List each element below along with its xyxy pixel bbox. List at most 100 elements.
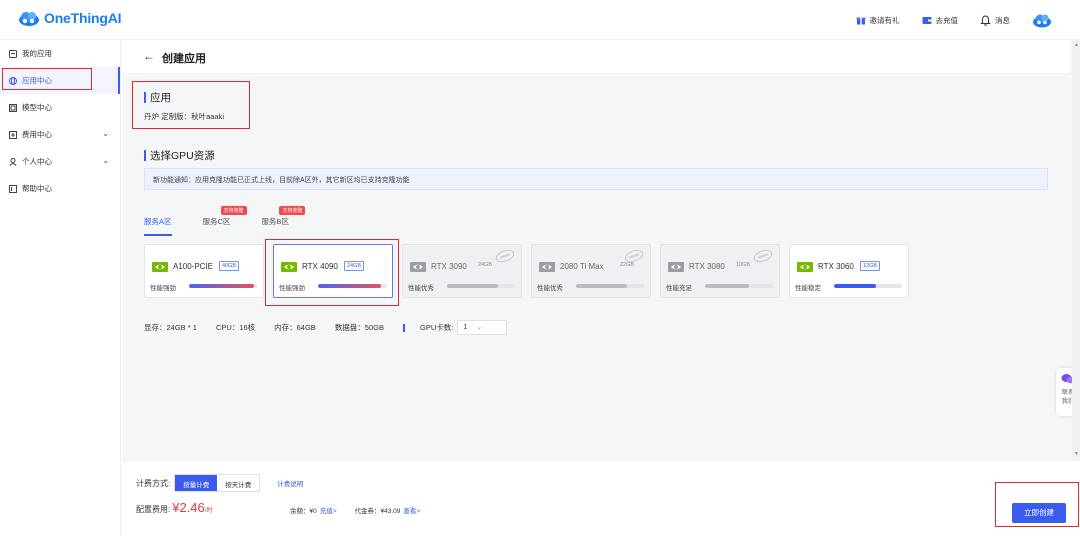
pay-as-you-go-button[interactable]: 按量计费: [175, 475, 218, 491]
footer-bar: 计费方式: 按量计费 按天计费 计费说明 配置费用: ¥2.46 /时 余额：¥…: [122, 460, 1080, 536]
sidebar-item-label: 个人中心: [22, 157, 52, 166]
chevron-down-icon: ⌄: [476, 324, 483, 331]
gpu-count-label: GPU卡数:: [420, 323, 454, 332]
chevron-down-icon: ⌄: [102, 156, 109, 165]
perf-bar: [189, 284, 257, 288]
avatar[interactable]: [1032, 12, 1052, 28]
sold-out-stamp-icon: [753, 249, 773, 263]
balance-info: 余额：¥0 充值> 代金券：¥43.09 查看>: [290, 505, 420, 515]
gpu-name: 2080 Ti Max: [560, 262, 604, 271]
sidebar-item-help-center[interactable]: 帮助中心: [0, 175, 120, 202]
gpu-name: RTX 3080: [689, 262, 725, 271]
gpu-memory-badge: 24GB: [478, 262, 493, 268]
gpu-card[interactable]: RTX 3090 24GB 性能优秀: [402, 244, 522, 298]
billing-mode: 计费方式: 按量计费 按天计费 计费说明: [136, 474, 303, 492]
highlight-box: [995, 482, 1079, 527]
bell-icon: [980, 14, 991, 26]
billing-help-link[interactable]: 计费说明: [277, 478, 303, 488]
perf-bar: [705, 284, 773, 288]
divider: [403, 323, 405, 332]
cloud-logo-icon: [19, 12, 39, 26]
sold-out-stamp-icon: [495, 249, 515, 263]
invite-button[interactable]: 邀请有礼: [856, 15, 900, 26]
tab-label: 服务A区: [144, 217, 172, 226]
perf-label: 性能充足: [666, 285, 692, 292]
sidebar-item-label: 模型中心: [22, 103, 52, 112]
perf-label: 性能稳定: [795, 285, 821, 292]
clone-badge: 支持克隆: [279, 206, 306, 215]
logo-text: OneThingAI: [44, 10, 122, 26]
tab-region-b[interactable]: 服务B区 支持克隆: [261, 206, 306, 236]
gpu-card[interactable]: RTX 3080 10GB 性能充足: [660, 244, 780, 298]
perf-bar-fill: [447, 284, 498, 288]
gpu-memory-badge: 40GB: [219, 261, 240, 271]
price-unit: /时: [204, 508, 213, 514]
gpu-count-value: 1: [463, 324, 468, 331]
ram-spec: 内存：64GB: [274, 323, 316, 332]
recharge-link[interactable]: 充值>: [320, 505, 337, 515]
perf-bar-fill: [576, 284, 627, 288]
highlight-box: [2, 68, 92, 90]
sidebar-item-billing-center[interactable]: 费用中心 ⌄: [0, 121, 120, 148]
messages-label: 消息: [995, 15, 1010, 25]
scrollbar[interactable]: ▲ ▼: [1072, 40, 1080, 460]
main-content: ← 创建应用 应用 丹炉 定制版：秋叶aaaki 选择GPU资源 新功能通知：应…: [122, 40, 1080, 460]
gpu-count-select[interactable]: 1 ⌄: [457, 320, 508, 335]
sidebar-item-label: 我的应用: [22, 49, 52, 58]
nvidia-logo-icon: [152, 262, 168, 272]
recharge-button[interactable]: 去充值: [922, 15, 959, 26]
gpu-section-title: 选择GPU资源: [144, 148, 215, 163]
messages-button[interactable]: 消息: [980, 14, 1010, 26]
sidebar-item-model-center[interactable]: 模型中心: [0, 94, 120, 121]
chevron-down-icon: ⌄: [102, 129, 109, 138]
sidebar-item-personal-center[interactable]: 个人中心 ⌄: [0, 148, 120, 175]
sidebar: 我的应用 应用中心 模型中心 费用中心 ⌄ 个人中心 ⌄ 帮助中心: [0, 40, 121, 536]
billing-label: 计费方式:: [136, 478, 171, 488]
nvidia-logo-icon: [668, 262, 684, 272]
highlight-box: [132, 81, 250, 129]
perf-bar-fill: [705, 284, 750, 288]
notice-banner: 新功能通知：应用克隆功能已正式上线，目前除A区外，其它新区均已支持克隆功能: [144, 168, 1048, 190]
highlight-box: [265, 239, 399, 306]
sidebar-item-label: 帮助中心: [22, 184, 52, 193]
scroll-up-icon[interactable]: ▲: [1074, 42, 1079, 48]
tab-region-a[interactable]: 服务A区: [144, 216, 172, 236]
sidebar-item-label: 费用中心: [22, 130, 52, 139]
gift-icon: [856, 17, 865, 25]
perf-label: 性能优秀: [537, 285, 563, 292]
view-voucher-link[interactable]: 查看>: [403, 505, 420, 515]
gpu-card[interactable]: 2080 Ti Max 22GB 性能优秀: [531, 244, 651, 298]
billing-icon: [9, 130, 17, 139]
sidebar-item-my-apps[interactable]: 我的应用: [0, 40, 120, 67]
perf-bar: [576, 284, 644, 288]
back-arrow-icon[interactable]: ←: [143, 49, 155, 63]
spec-summary: 显存：24GB * 1 CPU：16核 内存：64GB 数据盘：50GB GPU…: [144, 320, 508, 335]
perf-bar: [834, 284, 902, 288]
gpu-name: A100-PCIE: [173, 262, 214, 271]
daily-billing-button[interactable]: 按天计费: [217, 475, 259, 491]
tab-label: 服务C区: [202, 217, 231, 226]
wallet-icon: [922, 17, 931, 24]
top-bar: OneThingAI 邀请有礼 去充值 消息: [0, 0, 1080, 40]
recharge-label: 去充值: [935, 15, 959, 25]
billing-mode-toggle: 按量计费 按天计费: [174, 474, 261, 492]
invite-label: 邀请有礼: [869, 15, 900, 25]
cpu-spec: CPU：16核: [215, 323, 256, 332]
sold-out-stamp-icon: [624, 249, 644, 263]
gpu-memory-badge: 12GB: [860, 261, 881, 271]
perf-label: 性能强劲: [150, 285, 176, 292]
page-header: ← 创建应用: [122, 40, 1070, 73]
disk-spec: 数据盘：50GB: [334, 323, 384, 332]
model-icon: [9, 103, 17, 112]
tab-region-c[interactable]: 服务C区 支持克隆: [202, 206, 247, 236]
logo[interactable]: OneThingAI: [18, 9, 122, 27]
gpu-name: RTX 3060: [818, 262, 854, 271]
scroll-down-icon[interactable]: ▼: [1074, 451, 1079, 457]
gpu-card[interactable]: A100-PCIE 40GB 性能强劲: [144, 244, 264, 298]
gpu-card[interactable]: RTX 3060 12GB 性能稳定: [789, 244, 909, 298]
cost-label: 配置费用:: [136, 505, 171, 514]
nvidia-logo-icon: [797, 262, 813, 272]
perf-bar: [447, 284, 515, 288]
section-bar: [144, 150, 146, 161]
